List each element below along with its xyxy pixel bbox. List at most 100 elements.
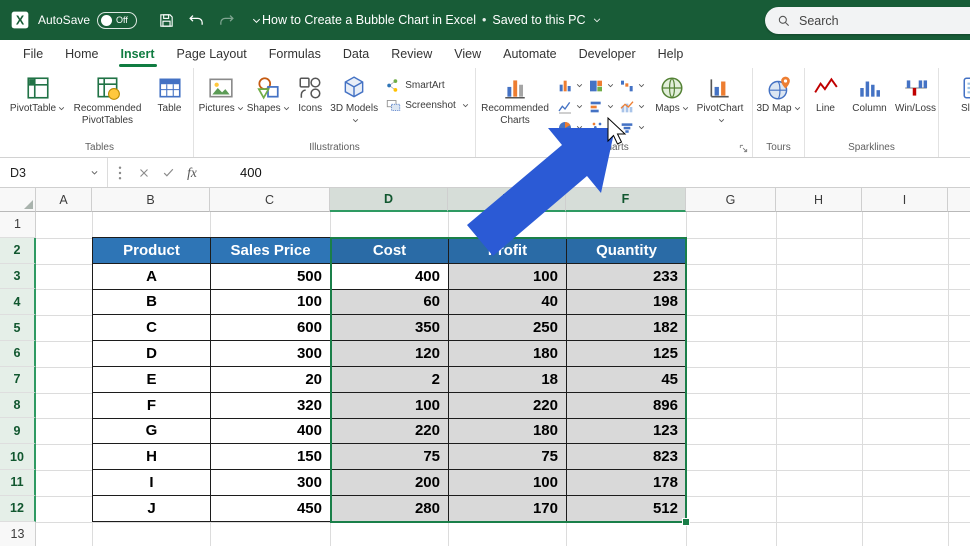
document-title[interactable]: How to Create a Bubble Chart in Excel • … — [262, 0, 602, 40]
tab-insert[interactable]: Insert — [110, 40, 166, 68]
table-cell[interactable]: 45 — [567, 366, 687, 392]
table-cell[interactable]: F — [93, 392, 211, 418]
column-header-i[interactable]: I — [862, 188, 948, 212]
table-header-profit[interactable]: Profit — [449, 238, 567, 264]
table-cell[interactable]: 220 — [449, 392, 567, 418]
tab-developer[interactable]: Developer — [568, 40, 647, 68]
tab-help[interactable]: Help — [647, 40, 695, 68]
ribbon-button-3d-models[interactable]: 3D Models — [330, 71, 378, 127]
table-cell[interactable]: 123 — [567, 418, 687, 444]
row-header-5[interactable]: 5 — [0, 315, 36, 341]
table-cell[interactable]: 320 — [211, 392, 331, 418]
row-header-10[interactable]: 10 — [0, 444, 36, 470]
column-header[interactable] — [948, 188, 970, 212]
name-box[interactable]: D3 — [0, 158, 108, 187]
ribbon-button-pivottable[interactable]: PivotTable — [9, 71, 67, 115]
table-cell[interactable]: 2 — [331, 366, 449, 392]
tab-automate[interactable]: Automate — [492, 40, 568, 68]
table-cell[interactable]: H — [93, 444, 211, 470]
ribbon-button-funnel-chart[interactable] — [616, 117, 647, 138]
ribbon-button-table[interactable]: Table — [149, 71, 191, 115]
fill-handle[interactable] — [682, 518, 690, 526]
ribbon-button-bar-chart[interactable] — [585, 96, 616, 117]
ribbon-button-smartart[interactable]: SmartArt — [383, 77, 447, 94]
row-header-1[interactable]: 1 — [0, 212, 36, 238]
row-header-6[interactable]: 6 — [0, 341, 36, 367]
row-header-7[interactable]: 7 — [0, 367, 36, 393]
formula-bar-value[interactable]: 400 — [240, 165, 262, 180]
tab-file[interactable]: File — [12, 40, 54, 68]
ribbon-button-3d-map[interactable]: 3D Map — [756, 71, 802, 115]
table-cell[interactable]: 100 — [331, 392, 449, 418]
row-header-8[interactable]: 8 — [0, 393, 36, 419]
column-header-e[interactable]: E — [448, 188, 566, 212]
table-cell[interactable]: 180 — [449, 341, 567, 367]
search-box[interactable]: Search — [765, 7, 970, 34]
table-cell[interactable]: 896 — [567, 392, 687, 418]
table-cell[interactable]: 100 — [211, 289, 331, 315]
table-cell[interactable]: 60 — [331, 289, 449, 315]
table-header-quantity[interactable]: Quantity — [567, 238, 687, 264]
table-cell[interactable]: 823 — [567, 444, 687, 470]
enter-check-icon[interactable] — [157, 162, 179, 184]
autosave-toggle[interactable]: Off — [97, 12, 137, 29]
row-header-2[interactable]: 2 — [0, 238, 36, 264]
table-cell[interactable]: G — [93, 418, 211, 444]
table-cell[interactable]: 450 — [211, 495, 331, 521]
ribbon-button-recommended-pivottables[interactable]: Recommended PivotTables — [68, 71, 148, 127]
table-cell[interactable]: E — [93, 366, 211, 392]
tab-review[interactable]: Review — [380, 40, 443, 68]
column-header-g[interactable]: G — [686, 188, 776, 212]
row-header-12[interactable]: 12 — [0, 496, 36, 522]
row-header-9[interactable]: 9 — [0, 418, 36, 444]
table-cell[interactable]: 220 — [331, 418, 449, 444]
table-cell[interactable]: 600 — [211, 315, 331, 341]
table-cell[interactable]: D — [93, 341, 211, 367]
table-cell[interactable]: 280 — [331, 495, 449, 521]
table-cell[interactable]: 20 — [211, 366, 331, 392]
table-cell[interactable]: 100 — [449, 263, 567, 289]
table-cell[interactable]: 100 — [449, 470, 567, 496]
ribbon-button-line-chart[interactable] — [554, 96, 585, 117]
tab-page-layout[interactable]: Page Layout — [166, 40, 258, 68]
active-cell-d3[interactable]: 400 — [331, 263, 449, 289]
select-all-corner[interactable] — [0, 188, 36, 212]
ribbon-button-win-loss[interactable]: Win/Loss — [894, 71, 938, 115]
table-cell[interactable]: 512 — [567, 495, 687, 521]
ribbon-button-pie-chart[interactable] — [554, 117, 585, 138]
redo-button[interactable] — [213, 7, 239, 33]
column-header-f[interactable]: F — [566, 188, 686, 212]
ribbon-button-scatter-chart[interactable] — [585, 117, 616, 138]
table-cell[interactable]: I — [93, 470, 211, 496]
table-cell[interactable]: 120 — [331, 341, 449, 367]
insert-function-button[interactable]: fx — [181, 162, 203, 184]
table-cell[interactable]: 500 — [211, 263, 331, 289]
row-header-13[interactable]: 13 — [0, 522, 36, 546]
save-button[interactable] — [153, 7, 179, 33]
table-cell[interactable]: 198 — [567, 289, 687, 315]
table-cell[interactable]: 125 — [567, 341, 687, 367]
ribbon-button-maps[interactable]: Maps — [652, 71, 692, 115]
excel-logo-icon[interactable]: X — [10, 10, 30, 30]
table-cell[interactable]: 400 — [211, 418, 331, 444]
cancel-icon[interactable] — [133, 162, 155, 184]
table-cell[interactable]: 150 — [211, 444, 331, 470]
ribbon-button-recommended-charts[interactable]: Recommended Charts — [481, 71, 549, 127]
table-cell[interactable]: 18 — [449, 366, 567, 392]
table-cell[interactable]: 300 — [211, 341, 331, 367]
ribbon-button-shapes[interactable]: Shapes — [246, 71, 290, 115]
ribbon-button-slicer[interactable]: Slicer — [951, 71, 970, 115]
ribbon-button-pivotchart[interactable]: PivotChart — [693, 71, 747, 127]
table-cell[interactable]: A — [93, 263, 211, 289]
row-header-3[interactable]: 3 — [0, 264, 36, 290]
tab-home[interactable]: Home — [54, 40, 109, 68]
column-header-a[interactable]: A — [36, 188, 92, 212]
ribbon-button-column-chart[interactable] — [554, 75, 585, 96]
column-header-c[interactable]: C — [210, 188, 330, 212]
ribbon-button-icons[interactable]: Icons — [291, 71, 329, 115]
table-cell[interactable]: 250 — [449, 315, 567, 341]
tab-data[interactable]: Data — [332, 40, 380, 68]
ribbon-button-combo-chart[interactable] — [616, 96, 647, 117]
tab-formulas[interactable]: Formulas — [258, 40, 332, 68]
table-cell[interactable]: 233 — [567, 263, 687, 289]
